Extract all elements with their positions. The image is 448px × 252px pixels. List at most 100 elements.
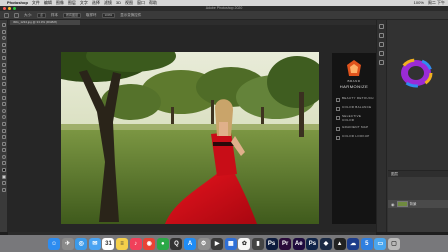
chrome-icon[interactable]: ◉ bbox=[143, 237, 156, 250]
crop-tool-icon[interactable] bbox=[1, 49, 6, 54]
inkscape-icon[interactable]: ▲ bbox=[333, 237, 346, 250]
gradient-tool-icon[interactable] bbox=[1, 102, 6, 107]
tools-panel bbox=[0, 20, 8, 232]
path-select-icon[interactable] bbox=[1, 135, 6, 140]
app-5-icon[interactable]: 5 bbox=[360, 237, 373, 250]
photos-icon[interactable]: ✿ bbox=[238, 237, 251, 250]
checkbox-icon[interactable] bbox=[336, 98, 340, 102]
move-tool-icon[interactable] bbox=[1, 23, 6, 27]
options-bar: 大小: 点 样本 所有图层 取样环 100% 显示变换控件 bbox=[0, 11, 448, 20]
background-color-swatch[interactable] bbox=[1, 174, 6, 179]
video-icon[interactable]: ▮ bbox=[251, 237, 264, 250]
cloud-icon[interactable]: ☁ bbox=[347, 237, 360, 250]
sample-select[interactable]: 所有图层 bbox=[63, 12, 82, 18]
properties-panel-icon[interactable] bbox=[379, 33, 384, 38]
music-icon[interactable]: ♪ bbox=[129, 237, 142, 250]
strength-input[interactable]: 100% bbox=[101, 12, 116, 18]
history-panel-icon[interactable] bbox=[379, 24, 384, 29]
safari-icon[interactable]: ◎ bbox=[75, 237, 88, 250]
checkbox-icon[interactable] bbox=[336, 107, 340, 111]
size-select[interactable]: 点 bbox=[36, 12, 46, 18]
sample-label: 样本 bbox=[51, 12, 58, 17]
layer-name: 背景 bbox=[409, 201, 417, 206]
eraser-tool-icon[interactable] bbox=[1, 95, 6, 100]
quick-mask-icon[interactable] bbox=[1, 181, 6, 186]
adjustments-panel-icon[interactable] bbox=[379, 42, 384, 47]
color-wheel[interactable] bbox=[388, 20, 448, 120]
folder-icon[interactable]: ▭ bbox=[374, 237, 387, 250]
right-panels: 图层 ◉ 背景 bbox=[376, 20, 448, 232]
calendar-icon[interactable]: 31 bbox=[102, 237, 115, 250]
plugin-brand-name: HARMONIZE bbox=[339, 84, 369, 89]
layers-panel-header[interactable]: 图层 bbox=[388, 171, 448, 177]
dodge-tool-icon[interactable] bbox=[1, 115, 6, 120]
ps-beta-icon[interactable]: Ps bbox=[306, 237, 319, 250]
healing-brush-icon[interactable] bbox=[1, 69, 6, 74]
plugin-menu: BEAUTY RETOUCH COLOR BALANCE SELECTIVE C… bbox=[336, 96, 374, 144]
pr-icon[interactable]: Pr bbox=[279, 237, 292, 250]
settings-icon[interactable]: ⚙ bbox=[197, 237, 210, 250]
home-icon[interactable] bbox=[4, 12, 9, 18]
cube-icon[interactable]: ◆ bbox=[319, 237, 332, 250]
plugin-item-beauty-retouch[interactable]: BEAUTY RETOUCH bbox=[336, 96, 374, 102]
portrait-photo bbox=[61, 52, 319, 224]
ps-icon[interactable]: Ps bbox=[265, 237, 278, 250]
trash-icon[interactable]: ▢ bbox=[387, 237, 400, 250]
plugin-item-label: COLOR LOOKUP bbox=[342, 134, 370, 139]
plugin-item-color-lookup[interactable]: COLOR LOOKUP bbox=[336, 134, 374, 141]
show-sampling-ring-label[interactable]: 取样环 bbox=[86, 13, 97, 18]
frame-tool-icon[interactable] bbox=[1, 55, 6, 60]
layer-row[interactable]: ◉ 背景 bbox=[388, 200, 448, 208]
color-wheel-panel[interactable] bbox=[388, 20, 448, 120]
plugin-item-label: GRADIENT MAP bbox=[342, 125, 369, 130]
history-brush-icon[interactable] bbox=[1, 88, 6, 93]
type-tool-icon[interactable] bbox=[1, 128, 6, 133]
foreground-color-swatch[interactable] bbox=[1, 168, 6, 173]
checkbox-icon[interactable] bbox=[336, 116, 340, 120]
lasso-tool-icon[interactable] bbox=[1, 36, 6, 41]
zoom-tool-icon[interactable] bbox=[1, 154, 6, 159]
mail-icon[interactable]: ✉ bbox=[88, 237, 101, 250]
plugin-item-label: COLOR BALANCE bbox=[342, 105, 372, 109]
edit-toolbar-icon[interactable] bbox=[1, 161, 6, 166]
notes-icon[interactable]: ≡ bbox=[116, 237, 129, 250]
harmonize-plugin-panel: BRAND HARMONIZE BEAUTY RETOUCH COLOR BAL… bbox=[332, 53, 376, 224]
clone-stamp-icon[interactable] bbox=[1, 82, 6, 87]
dock: ☺ ✈ ◎ ✉ 31 ≡ ♪ ◉ ● Q A ⚙ ▶ ▦ ✿ ▮ Ps Pr Ae Ps ◆ ▲ ☁ 5 ▭ ▢ bbox=[0, 235, 448, 252]
marquee-tool-icon[interactable] bbox=[1, 29, 6, 34]
launchpad-icon[interactable]: ✈ bbox=[61, 237, 74, 250]
libraries-panel-icon[interactable] bbox=[379, 51, 384, 56]
screen-mode-icon[interactable] bbox=[1, 187, 6, 192]
pen-tool-icon[interactable] bbox=[1, 121, 6, 126]
plugin-item-gradient-map[interactable]: GRADIENT MAP bbox=[336, 125, 374, 132]
plugin-item-label: SELECTIVE COLOR bbox=[342, 114, 362, 122]
quick-select-tool-icon[interactable] bbox=[1, 42, 6, 47]
layer-thumbnail bbox=[396, 201, 408, 207]
appstore-icon[interactable]: A bbox=[184, 237, 197, 250]
terminal-icon[interactable]: ▶ bbox=[211, 237, 224, 250]
eyedropper-tool-icon[interactable] bbox=[14, 12, 19, 18]
brush-tool-icon[interactable] bbox=[1, 75, 6, 80]
transform-controls-label[interactable]: 显示变换控件 bbox=[120, 13, 141, 18]
checkbox-icon[interactable] bbox=[336, 127, 340, 132]
finder-icon[interactable]: ☺ bbox=[48, 237, 61, 250]
ae-icon[interactable]: Ae bbox=[292, 237, 305, 250]
plugin-item-color-balance[interactable]: COLOR BALANCE bbox=[336, 105, 374, 111]
checkbox-icon[interactable] bbox=[336, 136, 340, 141]
preview-icon[interactable]: ▦ bbox=[224, 237, 237, 250]
blur-tool-icon[interactable] bbox=[1, 108, 6, 113]
plugin-brand-top: BRAND bbox=[347, 79, 361, 83]
hand-tool-icon[interactable] bbox=[1, 148, 6, 153]
plugin-item-label: BEAUTY RETOUCH bbox=[342, 96, 374, 100]
shape-tool-icon[interactable] bbox=[1, 141, 6, 146]
message-icon[interactable]: ● bbox=[156, 237, 169, 250]
brush-panel-icon[interactable] bbox=[379, 60, 384, 65]
layers-panel: 图层 ◉ 背景 bbox=[388, 170, 448, 232]
plugin-item-selective-color[interactable]: SELECTIVE COLOR bbox=[336, 114, 374, 122]
eye-icon[interactable]: ◉ bbox=[391, 202, 395, 207]
qq-icon[interactable]: Q bbox=[170, 237, 183, 250]
size-label: 大小: bbox=[24, 12, 32, 17]
eyedropper-icon[interactable] bbox=[1, 62, 6, 67]
panel-icon-strip bbox=[377, 20, 387, 232]
document-canvas[interactable] bbox=[61, 52, 319, 224]
